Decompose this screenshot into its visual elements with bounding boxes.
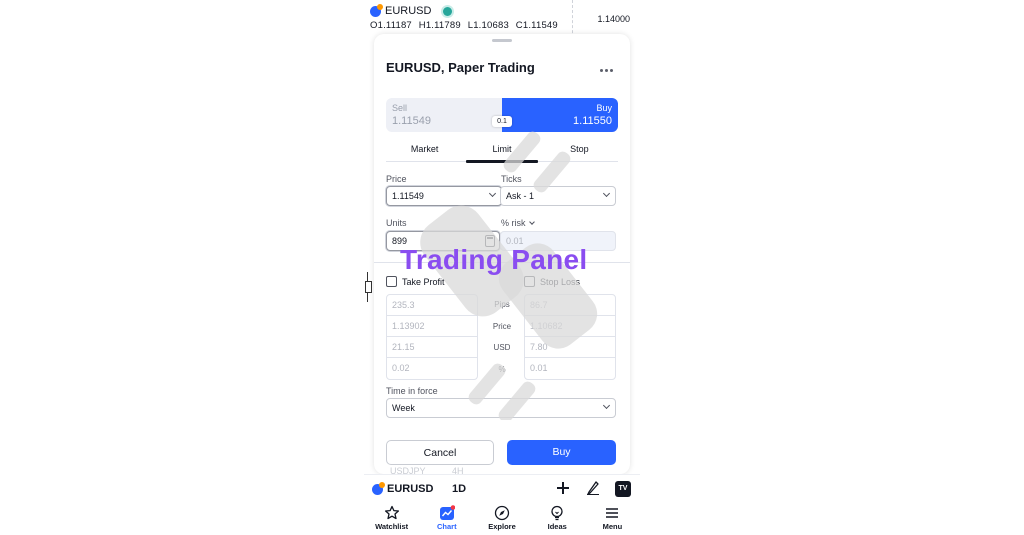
chevron-down-icon	[602, 189, 611, 198]
risk-selector[interactable]: % risk	[501, 218, 535, 228]
sell-label: Sell	[392, 103, 408, 113]
chart-symbol: EURUSD	[385, 5, 432, 17]
nav-explore[interactable]: Explore	[474, 503, 529, 535]
market-open-icon	[443, 6, 453, 16]
ohlc-close: C1.11549	[515, 20, 558, 31]
nav-watchlist[interactable]: Watchlist	[364, 503, 419, 535]
nav-label: Explore	[488, 522, 516, 531]
panel-title: EURUSD, Paper Trading	[386, 60, 535, 75]
take-profit-fields: 235.3 1.13902 21.15 0.02	[386, 294, 478, 380]
candle-mark	[364, 272, 372, 302]
price-field[interactable]: 1.11549	[386, 186, 502, 206]
take-profit-label: Take Profit	[402, 276, 445, 287]
chevron-down-icon	[528, 219, 535, 225]
chart-icon	[439, 505, 455, 520]
ohlc-open: O1.11187	[370, 20, 412, 31]
take-profit-usd[interactable]: 21.15	[387, 337, 477, 358]
nav-label: Menu	[602, 522, 623, 531]
more-options-icon[interactable]	[600, 62, 616, 73]
currency-flag-icon	[370, 3, 383, 17]
tradingview-logo-icon[interactable]: TV	[615, 481, 631, 497]
risk-label: % risk	[501, 218, 526, 228]
time-in-force-select[interactable]: Week	[386, 398, 616, 418]
cancel-button[interactable]: Cancel	[386, 440, 494, 465]
price-axis-label: 1.14000	[597, 14, 630, 24]
take-profit-percent[interactable]: 0.02	[387, 358, 477, 379]
chart-toolbar: EURUSD 1D TV	[364, 474, 640, 502]
tab-limit[interactable]: Limit	[463, 140, 540, 163]
stop-loss-price[interactable]: 1.10682	[525, 316, 615, 337]
units-label: Units	[386, 218, 407, 228]
compass-icon	[494, 505, 510, 521]
row-label-pips: Pips	[494, 300, 510, 309]
time-in-force-value: Week	[392, 403, 415, 413]
sell-button[interactable]: Sell 1.11549	[386, 98, 502, 132]
price-value: 1.11549	[392, 191, 424, 201]
order-type-tabs: Market Limit Stop	[386, 140, 618, 163]
stop-loss-label: Stop Loss	[540, 276, 581, 287]
stop-loss-toggle[interactable]: Stop Loss	[524, 276, 580, 287]
time-in-force-label: Time in force	[386, 386, 438, 396]
stop-loss-usd[interactable]: 7.80	[525, 337, 615, 358]
ticks-label: Ticks	[501, 174, 522, 184]
submit-buy-button[interactable]: Buy	[507, 440, 616, 465]
bottom-nav: Watchlist Chart Explore Ideas Menu	[364, 503, 640, 535]
buy-label: Buy	[596, 103, 612, 113]
stop-loss-fields: 86.7 1.10682 7.80 0.01	[524, 294, 616, 380]
pencil-icon[interactable]	[586, 479, 600, 495]
row-label-usd: USD	[493, 343, 511, 352]
toolbar-symbol: EURUSD	[387, 483, 434, 495]
ohlc-low: L1.10683	[467, 20, 509, 31]
nav-label: Ideas	[547, 522, 567, 531]
take-profit-checkbox[interactable]	[386, 276, 397, 287]
toolbar-symbol-button[interactable]: EURUSD	[372, 481, 434, 495]
take-profit-price[interactable]: 1.13902	[387, 316, 477, 337]
nav-label: Chart	[437, 522, 457, 531]
hamburger-icon	[606, 508, 619, 518]
chart-symbol-row[interactable]: EURUSD	[370, 3, 453, 17]
ohlc-values: O1.11187 H1.11789 L1.10683 C1.11549	[370, 20, 562, 31]
tab-stop[interactable]: Stop	[541, 140, 618, 161]
nav-menu[interactable]: Menu	[585, 503, 640, 535]
stop-loss-percent[interactable]: 0.01	[525, 358, 615, 379]
bracket-row-labels: Pips Price USD %	[478, 294, 526, 380]
overlay-title: Trading Panel	[400, 244, 588, 275]
stop-loss-checkbox[interactable]	[524, 276, 535, 287]
nav-label: Watchlist	[375, 522, 409, 531]
ohlc-high: H1.11789	[418, 20, 461, 31]
spread-chip: 0.1	[492, 116, 512, 127]
currency-flag-icon	[372, 481, 385, 495]
star-icon	[384, 505, 399, 520]
lightbulb-icon	[551, 505, 563, 521]
ticks-value: Ask - 1	[506, 191, 535, 201]
price-label: Price	[386, 174, 407, 184]
take-profit-pips[interactable]: 235.3	[387, 295, 477, 316]
chevron-down-icon	[602, 401, 611, 410]
sheet-drag-handle[interactable]	[492, 39, 512, 42]
stop-loss-pips[interactable]: 86.7	[525, 295, 615, 316]
sell-price: 1.11549	[392, 115, 431, 127]
tab-market[interactable]: Market	[386, 140, 463, 161]
take-profit-toggle[interactable]: Take Profit	[386, 276, 445, 287]
chevron-down-icon	[488, 189, 497, 198]
plus-icon[interactable]	[556, 481, 570, 495]
row-label-price: Price	[492, 321, 512, 331]
buy-side-button[interactable]: Buy 1.11550	[502, 98, 618, 132]
nav-chart[interactable]: Chart	[419, 503, 474, 535]
nav-ideas[interactable]: Ideas	[530, 503, 585, 535]
buy-price: 1.11550	[573, 115, 612, 127]
row-label-percent: %	[498, 364, 506, 374]
interval-button[interactable]: 1D	[452, 483, 466, 495]
ticks-select[interactable]: Ask - 1	[500, 186, 616, 206]
